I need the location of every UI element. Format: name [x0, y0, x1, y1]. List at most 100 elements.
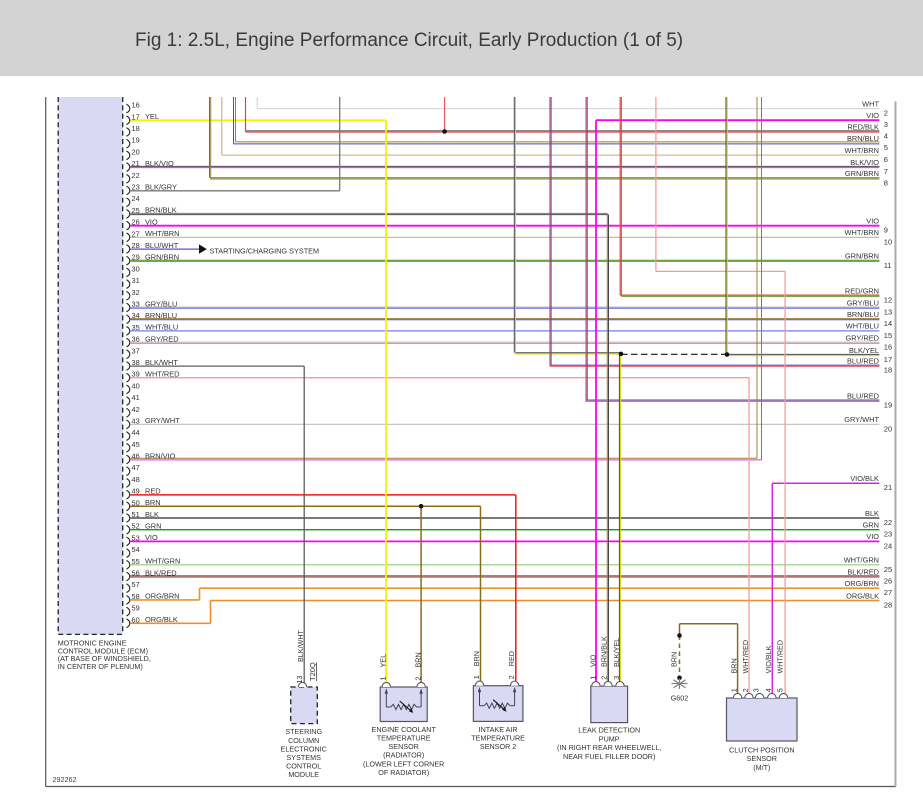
svg-text:BRN: BRN	[730, 658, 739, 673]
svg-text:YEL: YEL	[379, 654, 388, 668]
svg-text:13: 13	[884, 308, 892, 317]
svg-text:GRN/BRN: GRN/BRN	[845, 169, 879, 178]
svg-text:NEAR FUEL FILLER DOOR): NEAR FUEL FILLER DOOR)	[563, 752, 655, 761]
svg-text:25: 25	[884, 565, 892, 574]
svg-text:21: 21	[884, 483, 892, 492]
svg-text:ORG/BLK: ORG/BLK	[145, 615, 178, 624]
svg-text:3: 3	[884, 120, 888, 129]
svg-text:VIO: VIO	[866, 532, 879, 541]
svg-text:BRN/VIO: BRN/VIO	[145, 451, 176, 460]
svg-text:BLK: BLK	[865, 509, 879, 518]
svg-text:YEL: YEL	[145, 112, 159, 121]
svg-text:SENSOR 2: SENSOR 2	[480, 742, 516, 751]
svg-text:26: 26	[132, 218, 140, 227]
svg-text:5: 5	[776, 688, 785, 692]
svg-text:32: 32	[132, 288, 140, 297]
svg-text:GRY/WHT: GRY/WHT	[145, 416, 180, 425]
svg-text:56: 56	[132, 569, 140, 578]
svg-text:31: 31	[132, 276, 140, 285]
svg-text:T20Q: T20Q	[308, 662, 317, 681]
svg-text:7: 7	[884, 167, 888, 176]
svg-text:GRN: GRN	[863, 521, 879, 530]
svg-text:53: 53	[132, 533, 140, 542]
svg-text:1: 1	[379, 677, 388, 681]
svg-text:38: 38	[132, 358, 140, 367]
svg-text:11: 11	[884, 261, 892, 270]
svg-text:59: 59	[132, 604, 140, 613]
svg-text:13: 13	[295, 676, 304, 684]
svg-text:19: 19	[132, 136, 140, 145]
svg-text:WHT/BLU: WHT/BLU	[145, 323, 178, 332]
svg-text:(IN RIGHT REAR WHEELWELL,: (IN RIGHT REAR WHEELWELL,	[557, 743, 661, 752]
svg-text:27: 27	[884, 588, 892, 597]
svg-text:41: 41	[132, 393, 140, 402]
svg-text:2: 2	[884, 109, 888, 118]
svg-text:29: 29	[132, 253, 140, 262]
svg-text:6: 6	[884, 155, 888, 164]
svg-text:WHT/GRN: WHT/GRN	[844, 556, 879, 565]
svg-text:5: 5	[884, 143, 888, 152]
svg-text:G602: G602	[671, 694, 689, 703]
svg-text:20: 20	[132, 147, 140, 156]
svg-text:(M/T): (M/T)	[753, 763, 770, 772]
svg-text:8: 8	[884, 178, 888, 187]
svg-text:RED/GRN: RED/GRN	[845, 287, 879, 296]
svg-text:BLU/RED: BLU/RED	[847, 357, 879, 366]
svg-text:GRY/RED: GRY/RED	[845, 333, 879, 342]
svg-text:1: 1	[588, 676, 597, 680]
svg-text:ORG/BRN: ORG/BRN	[845, 579, 880, 588]
svg-text:23: 23	[884, 530, 892, 539]
svg-text:21: 21	[132, 159, 140, 168]
svg-text:20: 20	[884, 424, 892, 433]
svg-text:WHT/RED: WHT/RED	[145, 370, 180, 379]
svg-text:VIO/BLK: VIO/BLK	[850, 474, 879, 483]
svg-text:37: 37	[132, 346, 140, 355]
svg-text:BRN: BRN	[472, 651, 481, 666]
svg-text:39: 39	[132, 370, 140, 379]
svg-text:18: 18	[884, 366, 892, 375]
svg-text:BRN/BLU: BRN/BLU	[145, 311, 177, 320]
svg-text:BRN: BRN	[145, 498, 161, 507]
svg-text:WHT/BLU: WHT/BLU	[846, 322, 879, 331]
svg-text:BLK/VIO: BLK/VIO	[145, 159, 174, 168]
svg-text:45: 45	[132, 440, 140, 449]
svg-text:17: 17	[884, 355, 892, 364]
svg-text:BLU/RED: BLU/RED	[847, 391, 879, 400]
svg-text:43: 43	[132, 416, 140, 425]
svg-text:BLK/YEL: BLK/YEL	[849, 346, 879, 355]
svg-text:GRY/BLU: GRY/BLU	[145, 299, 177, 308]
svg-text:35: 35	[132, 323, 140, 332]
svg-text:22: 22	[132, 171, 140, 180]
svg-text:3: 3	[752, 688, 761, 692]
svg-text:54: 54	[132, 545, 140, 554]
svg-text:16: 16	[884, 343, 892, 352]
svg-text:16: 16	[132, 101, 140, 110]
svg-text:WHT/RED: WHT/RED	[776, 640, 785, 674]
svg-text:BLK/GRY: BLK/GRY	[145, 182, 177, 191]
svg-text:RED: RED	[145, 486, 161, 495]
svg-text:47: 47	[132, 463, 140, 472]
svg-text:GRN: GRN	[145, 522, 161, 531]
svg-text:WHT/RED: WHT/RED	[741, 640, 750, 674]
svg-text:ORG/BLK: ORG/BLK	[846, 591, 879, 600]
svg-text:1: 1	[730, 688, 739, 692]
svg-text:STARTING/CHARGING SYSTEM: STARTING/CHARGING SYSTEM	[210, 247, 320, 256]
svg-text:49: 49	[132, 487, 140, 496]
svg-text:MODULE: MODULE	[288, 770, 319, 779]
svg-text:58: 58	[132, 592, 140, 601]
svg-text:GRY/BLU: GRY/BLU	[847, 298, 879, 307]
svg-text:18: 18	[132, 124, 140, 133]
svg-text:19: 19	[884, 401, 892, 410]
svg-text:22: 22	[884, 518, 892, 527]
svg-text:48: 48	[132, 475, 140, 484]
svg-text:BLK/VIO: BLK/VIO	[850, 158, 879, 167]
svg-text:46: 46	[132, 452, 140, 461]
svg-text:VIO/BLK: VIO/BLK	[764, 645, 773, 673]
svg-text:17: 17	[132, 112, 140, 121]
svg-text:WHT/BRN: WHT/BRN	[145, 229, 180, 238]
svg-text:IN CENTER OF PLENUM): IN CENTER OF PLENUM)	[58, 662, 143, 671]
svg-text:LEAK DETECTION: LEAK DETECTION	[578, 726, 640, 735]
svg-text:WHT/GRN: WHT/GRN	[145, 557, 180, 566]
svg-text:30: 30	[132, 264, 140, 273]
svg-text:BLK: BLK	[145, 510, 159, 519]
